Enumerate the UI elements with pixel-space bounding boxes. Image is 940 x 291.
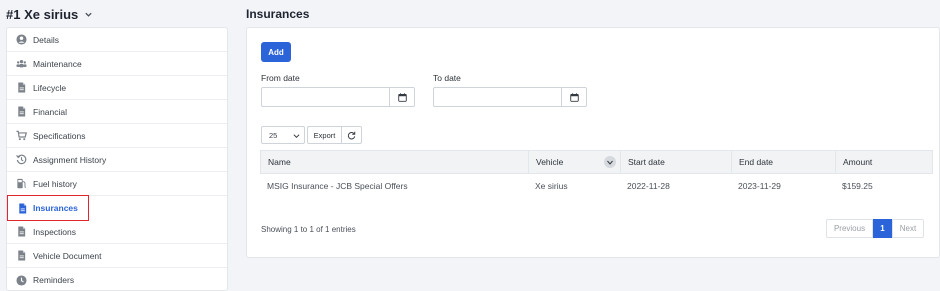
page-length-value: 25	[269, 130, 278, 140]
sort-icon[interactable]	[604, 156, 616, 168]
to-date-input[interactable]	[433, 87, 561, 107]
history-icon	[15, 154, 27, 166]
to-date-group	[433, 87, 587, 107]
table-row[interactable]: MSIG Insurance - JCB Special Offers Xe s…	[260, 174, 933, 198]
user-circle-icon	[15, 34, 27, 46]
cell-start-date: 2022-11-28	[627, 181, 670, 191]
users-icon	[15, 58, 27, 70]
fuel-pump-icon	[15, 178, 27, 190]
document-icon	[15, 250, 27, 262]
sidebar-item-reminders[interactable]: Reminders	[7, 268, 227, 291]
chevron-down-icon	[293, 134, 300, 139]
sidebar-item-details[interactable]: Details	[7, 28, 227, 52]
sidebar-item-label: Specifications	[33, 130, 86, 141]
clock-icon	[15, 274, 27, 286]
sidebar-item-financial[interactable]: Financial	[7, 100, 227, 124]
sidebar-item-assignment-history[interactable]: Assignment History	[7, 148, 227, 172]
sidebar-item-vehicle-document[interactable]: Vehicle Document	[7, 244, 227, 268]
cell-name: MSIG Insurance - JCB Special Offers	[267, 181, 408, 191]
export-button[interactable]: Export	[307, 126, 342, 144]
calendar-icon	[569, 92, 579, 102]
refresh-icon	[347, 131, 356, 139]
calendar-icon	[397, 92, 407, 102]
column-header-vehicle-label: Vehicle	[536, 157, 564, 167]
sidebar-item-label: Lifecycle	[33, 82, 67, 93]
sidebar-item-label: Reminders	[33, 275, 75, 285]
page-1-button[interactable]: 1	[873, 219, 892, 238]
from-date-label: From date	[261, 73, 300, 83]
sidebar-item-label: Insurances	[33, 203, 78, 213]
cart-icon	[15, 130, 27, 142]
sidebar-item-label: Assignment History	[33, 154, 107, 165]
page-title: Insurances	[246, 7, 310, 21]
sidebar-item-label: Fuel history	[33, 178, 77, 189]
sidebar-item-maintenance[interactable]: Maintenance	[7, 52, 227, 76]
sidebar-item-label: Maintenance	[33, 58, 82, 69]
sidebar-item-label: Inspections	[33, 226, 76, 237]
cell-end-date: 2023-11-29	[738, 181, 781, 191]
add-button[interactable]: Add	[261, 42, 291, 62]
table-header: Name Vehicle Start date End date Amount	[260, 150, 933, 174]
insurances-card: Add From date To date 25 Export Name Veh…	[246, 27, 940, 258]
column-header-amount[interactable]: Amount	[835, 151, 932, 173]
to-date-calendar-button[interactable]	[561, 87, 587, 107]
sidebar-item-fuel-history[interactable]: Fuel history	[7, 172, 227, 196]
chevron-down-icon	[85, 12, 92, 17]
from-date-input[interactable]	[261, 87, 389, 107]
sidebar-item-label: Details	[33, 34, 59, 45]
next-page-button[interactable]: Next	[892, 219, 924, 238]
cell-vehicle: Xe sirius	[535, 181, 568, 191]
page-length-select[interactable]: 25	[261, 126, 305, 144]
sidebar-item-label: Financial	[33, 106, 68, 117]
to-date-label: To date	[433, 73, 461, 83]
vehicle-title: #1 Xe sirius	[6, 6, 79, 22]
sidebar-item-lifecycle[interactable]: Lifecycle	[7, 76, 227, 100]
table-info: Showing 1 to 1 of 1 entries	[261, 225, 356, 234]
document-icon	[15, 82, 27, 94]
cell-amount: $159.25	[842, 181, 873, 191]
sidebar: Details Maintenance Lifecycle Financial …	[6, 27, 228, 291]
column-header-name[interactable]: Name	[261, 151, 528, 173]
refresh-button[interactable]	[342, 126, 362, 144]
column-header-vehicle[interactable]: Vehicle	[528, 151, 620, 173]
column-header-end-date[interactable]: End date	[731, 151, 835, 173]
from-date-group	[261, 87, 415, 107]
document-icon	[15, 106, 27, 118]
sidebar-item-specifications[interactable]: Specifications	[7, 124, 227, 148]
document-icon	[15, 226, 27, 238]
insurances-table: Name Vehicle Start date End date Amount …	[260, 150, 933, 198]
vehicle-selector[interactable]: #1 Xe sirius	[6, 5, 93, 23]
previous-page-button[interactable]: Previous	[826, 219, 873, 238]
sidebar-item-inspections[interactable]: Inspections	[7, 220, 227, 244]
from-date-calendar-button[interactable]	[389, 87, 415, 107]
sidebar-item-insurances[interactable]: Insurances	[7, 195, 89, 221]
pagination: Previous 1 Next	[826, 219, 924, 238]
document-icon	[16, 202, 28, 214]
sidebar-item-label: Vehicle Document	[33, 250, 102, 261]
column-header-start-date[interactable]: Start date	[620, 151, 731, 173]
